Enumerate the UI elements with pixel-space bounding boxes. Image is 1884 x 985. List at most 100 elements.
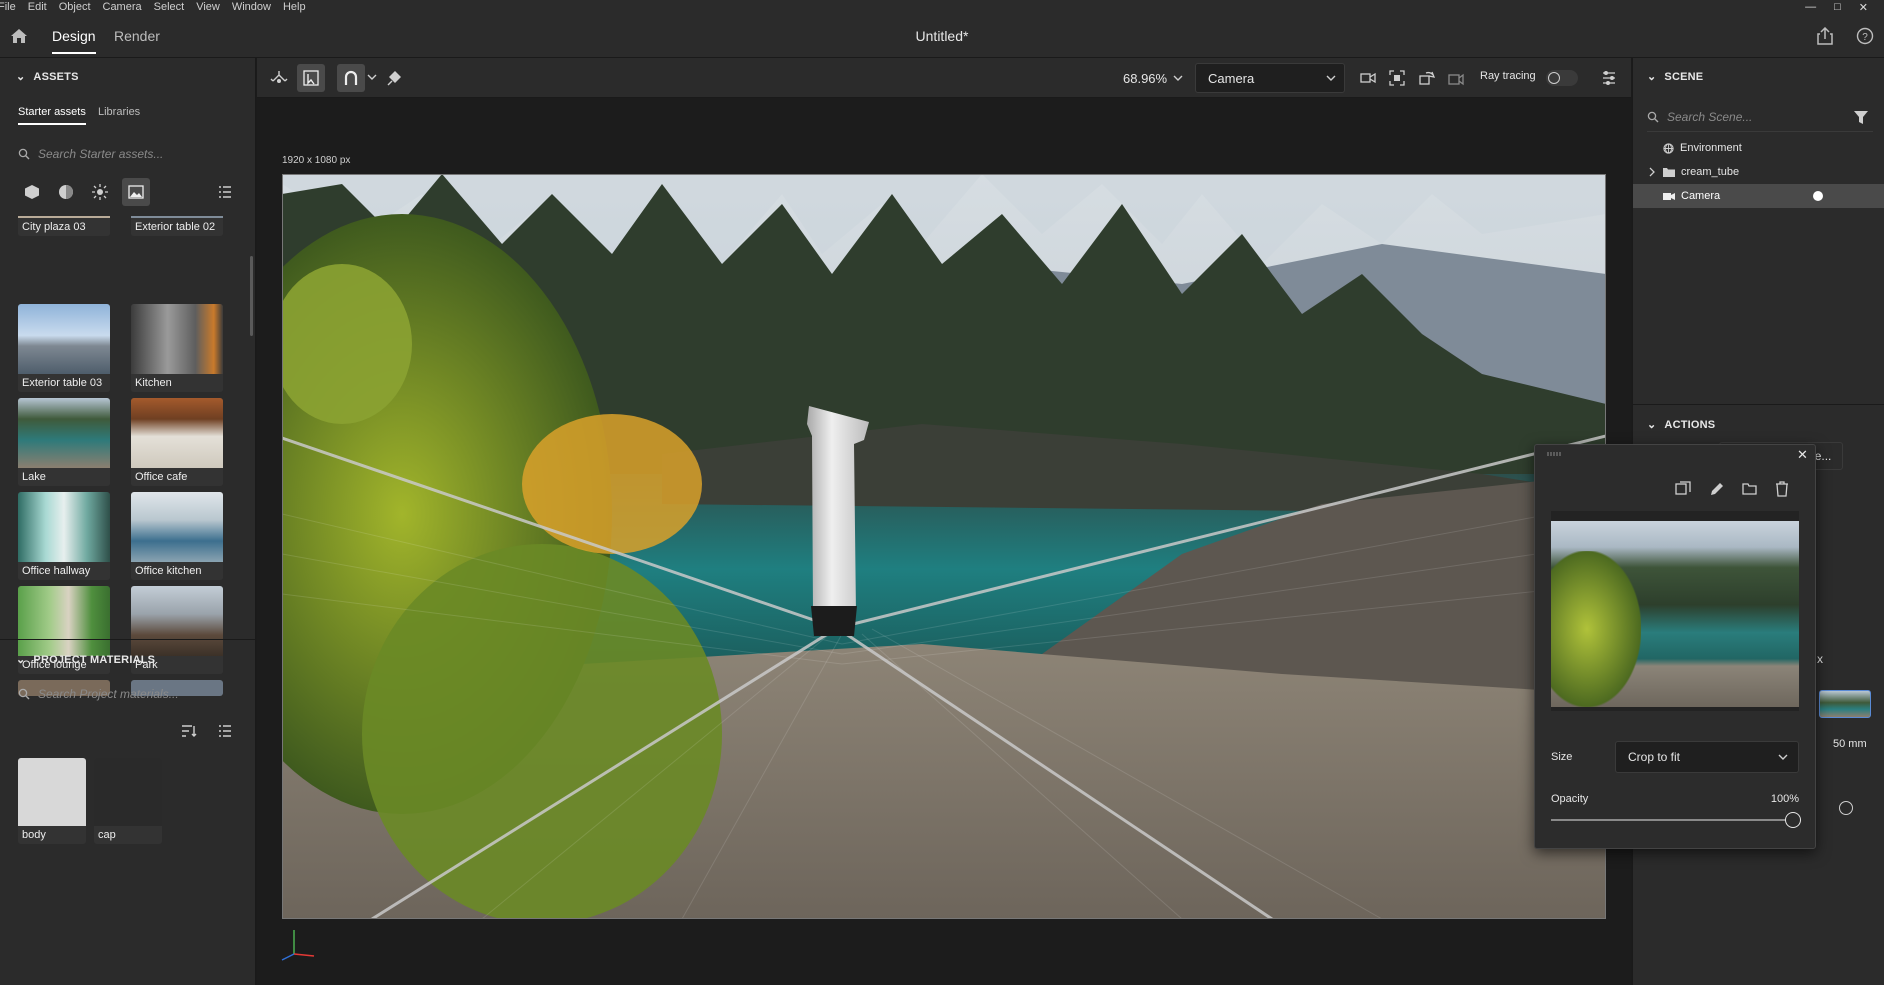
camera-dropdown[interactable]: Camera	[1195, 63, 1345, 93]
tab-starter-assets[interactable]: Starter assets	[18, 106, 86, 125]
scene-search[interactable]: Search Scene...	[1647, 102, 1873, 132]
chevron-down-icon	[1326, 74, 1336, 82]
filter-icon[interactable]	[1853, 109, 1869, 125]
scene-item-label: cream_tube	[1681, 166, 1740, 178]
actions-header-label: ACTIONS	[1664, 418, 1716, 431]
sort-icon[interactable]	[181, 724, 197, 738]
background-image-thumbnail[interactable]	[1819, 690, 1871, 718]
frame-camera-icon[interactable]	[1383, 64, 1411, 92]
menu-edit[interactable]: Edit	[22, 0, 53, 14]
menu-view[interactable]: View	[190, 0, 226, 14]
tab-libraries[interactable]: Libraries	[98, 106, 140, 118]
transform-icon[interactable]	[265, 64, 293, 92]
actions-header[interactable]: ⌄ ACTIONS	[1647, 418, 1716, 432]
list-view-icon[interactable]	[218, 185, 232, 199]
menu-camera[interactable]: Camera	[97, 0, 148, 14]
asset-grid: City plaza 03 Exterior table 02 Exterior…	[18, 216, 242, 696]
maximize-icon[interactable]: □	[1834, 1, 1841, 13]
asset-office-kitchen[interactable]: Office kitchen	[131, 492, 223, 580]
magnet-snap-icon[interactable]	[337, 64, 365, 92]
asset-exterior-table-02[interactable]: Exterior table 02	[131, 216, 223, 236]
asset-kitchen[interactable]: Kitchen	[131, 304, 223, 392]
asset-label: Office kitchen	[131, 562, 223, 580]
camera-dropdown-value: Camera	[1208, 70, 1255, 86]
size-dropdown[interactable]: Crop to fit	[1615, 741, 1799, 773]
scene-item-camera[interactable]: Camera	[1633, 184, 1884, 208]
zoom-value: 68.96%	[1123, 70, 1168, 86]
asset-label: Lake	[18, 468, 110, 486]
image-preview-bush	[1551, 551, 1641, 707]
open-folder-icon[interactable]	[1742, 481, 1758, 497]
asset-label: Kitchen	[131, 374, 223, 392]
viewport[interactable]	[282, 174, 1606, 919]
materials-filter-icon[interactable]	[58, 184, 74, 200]
drop-to-ground-icon[interactable]	[381, 64, 409, 92]
delete-icon[interactable]	[1775, 481, 1789, 497]
material-cap[interactable]: cap	[94, 758, 162, 844]
materials-search[interactable]: Search Project materials...	[18, 687, 238, 701]
bookmark-camera-icon[interactable]	[1442, 64, 1470, 92]
asset-label: City plaza 03	[18, 218, 110, 236]
chevron-down-icon: ⌄	[1647, 71, 1657, 83]
menu-file[interactable]: File	[0, 0, 22, 14]
opacity-slider-track[interactable]	[1551, 812, 1801, 828]
assets-search-input[interactable]: Search Starter assets...	[38, 147, 163, 161]
menu-object[interactable]: Object	[53, 0, 97, 14]
minimize-icon[interactable]: —	[1805, 1, 1816, 13]
ray-tracing-toggle[interactable]	[1546, 70, 1578, 86]
render-settings-icon[interactable]	[1595, 64, 1623, 92]
menu-select[interactable]: Select	[148, 0, 191, 14]
chevron-down-icon[interactable]	[367, 73, 377, 81]
models-filter-icon[interactable]	[24, 184, 40, 200]
tab-render[interactable]: Render	[114, 14, 160, 58]
menu-bar: File Edit Object Camera Select View Wind…	[0, 0, 1884, 14]
opacity-slider-handle[interactable]	[1785, 812, 1801, 828]
scene-search-input[interactable]: Search Scene...	[1667, 110, 1845, 124]
close-icon[interactable]: ✕	[1797, 447, 1808, 463]
canvas-size-label: 1920 x 1080 px	[282, 155, 351, 166]
menu-help[interactable]: Help	[277, 0, 312, 14]
image-preview-thumbnail	[1551, 521, 1799, 707]
asset-lake[interactable]: Lake	[18, 398, 110, 486]
asset-thumbnail	[18, 586, 110, 656]
select-tool-icon[interactable]	[297, 64, 325, 92]
share-icon[interactable]	[1816, 27, 1834, 45]
materials-search-input[interactable]: Search Project materials...	[38, 687, 179, 701]
list-view-icon[interactable]	[218, 724, 232, 738]
asset-city-plaza-03[interactable]: City plaza 03	[18, 216, 110, 236]
scene-header[interactable]: ⌄ SCENE	[1647, 70, 1704, 84]
assets-header-label: ASSETS	[33, 70, 79, 83]
assets-header[interactable]: ⌄ ASSETS	[16, 70, 79, 84]
home-icon[interactable]	[10, 28, 28, 44]
zoom-dropdown[interactable]: 68.96%	[1115, 63, 1189, 93]
chevron-right-icon[interactable]	[1647, 167, 1657, 177]
replace-image-icon[interactable]	[1675, 481, 1691, 497]
drag-handle-icon[interactable]	[1547, 451, 1563, 457]
images-filter-icon[interactable]	[122, 178, 150, 206]
scene-item-environment[interactable]: Environment	[1633, 136, 1884, 160]
opacity-value: 100%	[1770, 793, 1799, 805]
asset-label: Exterior table 03	[18, 374, 110, 392]
menu-window[interactable]: Window	[226, 0, 277, 14]
assets-search[interactable]: Search Starter assets...	[18, 147, 238, 161]
scene-header-label: SCENE	[1664, 70, 1704, 83]
lights-filter-icon[interactable]	[92, 184, 108, 200]
camera-view-icon[interactable]	[1354, 64, 1382, 92]
help-icon[interactable]: ?	[1856, 27, 1874, 45]
background-image-popover: ✕ Size Crop to fit Opacity 100%	[1534, 444, 1816, 849]
canvas-toolbar: 68.96% Camera Ray tracing	[257, 58, 1631, 98]
asset-exterior-table-03[interactable]: Exterior table 03	[18, 304, 110, 392]
edit-pencil-icon[interactable]	[1709, 481, 1725, 497]
tab-design[interactable]: Design	[52, 14, 96, 58]
material-body[interactable]: body	[18, 758, 86, 844]
toggle-knob[interactable]	[1839, 801, 1853, 815]
project-materials-header-label: PROJECT MATERIALS	[33, 653, 156, 666]
asset-office-hallway[interactable]: Office hallway	[18, 492, 110, 580]
asset-office-cafe[interactable]: Office cafe	[131, 398, 223, 486]
scene-item-cream-tube[interactable]: cream_tube	[1633, 160, 1884, 184]
close-window-icon[interactable]: ✕	[1859, 1, 1868, 14]
project-materials-header[interactable]: ⌄ PROJECT MATERIALS	[16, 653, 156, 667]
orbit-camera-icon[interactable]	[1413, 64, 1441, 92]
visibility-dot-icon[interactable]	[1813, 191, 1823, 201]
assets-scrollbar[interactable]	[250, 256, 253, 336]
